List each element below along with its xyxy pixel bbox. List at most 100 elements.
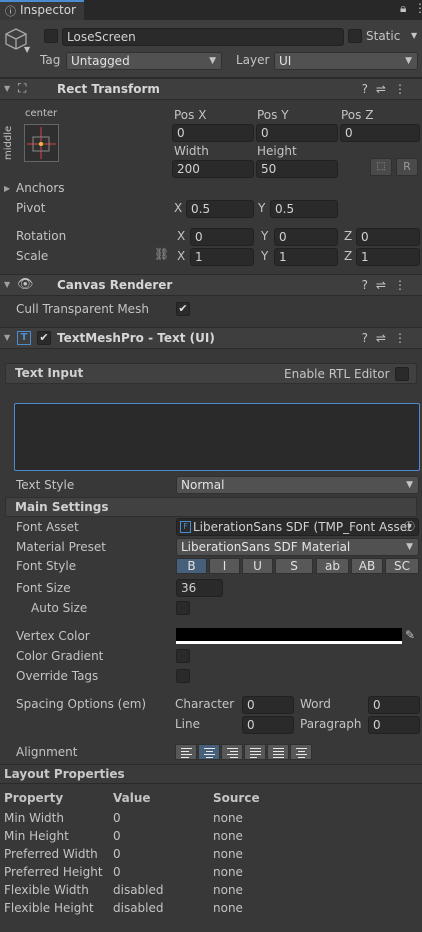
scale-x-letter: X: [177, 249, 186, 263]
rot-z-field[interactable]: 0: [356, 228, 420, 246]
align-flush-button[interactable]: [267, 744, 289, 760]
override-tags-checkbox[interactable]: [176, 669, 190, 683]
auto-size-label: Auto Size: [31, 601, 88, 615]
paragraph-field[interactable]: 0: [368, 716, 420, 734]
font-style-strikethrough-button[interactable]: S: [275, 558, 313, 574]
raw-edit-button[interactable]: R: [396, 158, 418, 176]
rtl-editor-checkbox[interactable]: [395, 367, 409, 381]
height-field[interactable]: 50: [256, 160, 338, 178]
active-checkbox[interactable]: [44, 29, 58, 43]
row-property: Preferred Width: [4, 847, 98, 861]
font-asset-value: LiberationSans SDF (TMP_Font Asset: [193, 520, 412, 534]
font-size-field[interactable]: 36: [176, 579, 223, 597]
anchors-label[interactable]: Anchors: [16, 181, 65, 195]
spacing-options-label: Spacing Options (em): [16, 697, 147, 711]
pos-x-field[interactable]: 0: [172, 124, 254, 142]
lock-icon[interactable]: 🔒︎: [400, 1, 406, 16]
align-left-button[interactable]: [175, 744, 197, 760]
text-style-dropdown[interactable]: Normal ▼: [176, 476, 419, 494]
tmp-enabled-checkbox[interactable]: ✔: [37, 331, 51, 345]
layout-properties-header[interactable]: Layout Properties: [0, 764, 422, 784]
row-property: Flexible Width: [4, 883, 89, 897]
pos-y-field[interactable]: 0: [256, 124, 338, 142]
inspector-tab-label: Inspector: [20, 3, 76, 17]
component-menu-icons[interactable]: ?⇌⋮: [362, 278, 414, 292]
align-geometry-center-button[interactable]: [290, 744, 312, 760]
main-settings-label: Main Settings: [15, 500, 109, 514]
row-value: 0: [113, 847, 121, 861]
layer-dropdown[interactable]: UI ▼: [274, 52, 418, 70]
align-right-button[interactable]: [221, 744, 243, 760]
font-style-italic-button[interactable]: I: [209, 558, 240, 574]
rect-transform-icon: ⛶: [18, 81, 27, 95]
anchor-preset-button[interactable]: [24, 124, 59, 162]
row-property: Preferred Height: [4, 865, 103, 879]
material-preset-label: Material Preset: [16, 540, 106, 554]
scale-z-field[interactable]: 1: [356, 248, 420, 266]
rot-x-field[interactable]: 0: [190, 228, 254, 246]
cull-transparent-checkbox[interactable]: ✔: [176, 302, 190, 316]
pivot-y-field[interactable]: 0.5: [270, 200, 338, 218]
canvas-renderer-header[interactable]: ▼ 👁︎ Canvas Renderer ?⇌⋮: [0, 274, 422, 296]
pos-z-label: Pos Z: [341, 108, 374, 122]
table-row: Preferred Height 0 none: [0, 864, 422, 882]
material-chevron-down-icon: ▼: [406, 542, 413, 552]
text-style-value: Normal: [181, 478, 225, 492]
scale-y-field[interactable]: 1: [274, 248, 338, 266]
font-style-underline-button[interactable]: U: [242, 558, 273, 574]
width-field[interactable]: 200: [172, 160, 254, 178]
rot-y-field[interactable]: 0: [274, 228, 338, 246]
row-value: 0: [113, 811, 121, 825]
color-gradient-checkbox[interactable]: [176, 649, 190, 663]
static-dropdown-arrow[interactable]: ▼: [411, 31, 417, 40]
icon-dropdown-arrow[interactable]: ▼: [24, 45, 30, 54]
text-input-area[interactable]: [14, 403, 420, 471]
anchors-fold-icon[interactable]: ▶: [4, 184, 10, 193]
font-style-smallcaps-button[interactable]: SC: [385, 558, 419, 574]
eyedropper-icon[interactable]: ✎: [405, 628, 415, 642]
auto-size-checkbox[interactable]: [176, 601, 190, 615]
pivot-y-letter: Y: [258, 201, 266, 215]
color-gradient-label: Color Gradient: [16, 649, 104, 663]
tag-dropdown[interactable]: Untagged ▼: [66, 52, 222, 70]
pos-y-label: Pos Y: [257, 108, 289, 122]
override-tags-label: Override Tags: [16, 669, 99, 683]
material-preset-dropdown[interactable]: LiberationSans SDF Material ▼: [176, 538, 419, 556]
static-checkbox[interactable]: [348, 29, 362, 43]
font-asset-field[interactable]: F LiberationSans SDF (TMP_Font Asset ⦿: [176, 518, 419, 536]
table-row: Preferred Width 0 none: [0, 846, 422, 864]
blueprint-mode-button[interactable]: ⬚: [370, 158, 392, 176]
pivot-x-field[interactable]: 0.5: [186, 200, 254, 218]
object-name-field[interactable]: LoseScreen: [62, 28, 344, 46]
anchor-h-label: center: [25, 108, 58, 119]
constrain-proportions-icon[interactable]: ⛓: [154, 247, 169, 261]
row-value: 0: [113, 829, 121, 843]
object-picker-icon[interactable]: ⦿: [404, 519, 415, 535]
canvas-renderer-title: Canvas Renderer: [57, 278, 173, 292]
column-header-source: Source: [213, 791, 260, 805]
component-menu-icons[interactable]: ?⇌⋮: [362, 82, 414, 96]
font-style-uppercase-button[interactable]: AB: [351, 558, 383, 574]
table-row: Flexible Height disabled none: [0, 900, 422, 918]
text-input-label: Text Input: [15, 366, 84, 380]
pos-z-field[interactable]: 0: [340, 124, 420, 142]
align-justified-button[interactable]: [244, 744, 266, 760]
font-style-bold-button[interactable]: B: [176, 558, 207, 574]
vertex-color-swatch[interactable]: [176, 628, 402, 644]
line-field[interactable]: 0: [242, 716, 294, 734]
table-row: Min Height 0 none: [0, 828, 422, 846]
font-style-lowercase-button[interactable]: ab: [316, 558, 349, 574]
character-field[interactable]: 0: [242, 696, 294, 714]
row-source: none: [213, 883, 243, 897]
font-size-label: Font Size: [16, 581, 71, 595]
component-menu-icons[interactable]: ?⇌⋮: [362, 331, 414, 345]
text-style-label: Text Style: [16, 478, 75, 492]
word-field[interactable]: 0: [368, 696, 420, 714]
more-options-icon[interactable]: ⋮: [414, 1, 422, 15]
align-center-button[interactable]: [198, 744, 220, 760]
inspector-tab[interactable]: ⓘ Inspector: [0, 0, 84, 20]
rtl-editor-label: Enable RTL Editor: [284, 367, 390, 381]
tmp-header[interactable]: ▼ T ✔ TextMeshPro - Text (UI) ?⇌⋮: [0, 327, 422, 349]
rect-transform-header[interactable]: ▼ ⛶ Rect Transform ?⇌⋮: [0, 78, 422, 100]
scale-x-field[interactable]: 1: [190, 248, 254, 266]
